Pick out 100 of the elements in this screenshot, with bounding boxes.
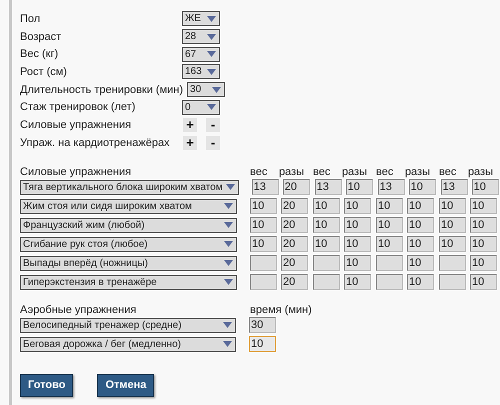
column-header: разы <box>404 166 430 178</box>
column-header: вес <box>313 166 332 178</box>
add-button[interactable]: + <box>183 136 197 150</box>
input-field[interactable] <box>313 255 340 271</box>
input-field[interactable]: 20 <box>281 236 308 252</box>
input-field[interactable]: 10 <box>313 217 340 233</box>
input-field[interactable]: 10 <box>407 217 434 233</box>
input-field[interactable]: 10 <box>408 179 436 195</box>
dropdown[interactable]: Жим стоя или сидя широким хватом <box>20 198 237 214</box>
column-header: вес <box>439 166 458 178</box>
input-field[interactable]: 13 <box>314 179 342 195</box>
section-heading: Аэробные упражнения <box>20 304 138 316</box>
caret-icon <box>224 260 233 266</box>
input-field[interactable] <box>439 255 466 271</box>
input-field[interactable]: 10 <box>344 198 371 214</box>
input-field[interactable]: 10 <box>376 236 403 252</box>
input-field[interactable]: 10 <box>407 198 434 214</box>
input-field[interactable] <box>250 255 277 271</box>
dropdown[interactable]: Французский жим (любой) <box>20 218 237 232</box>
dropdown[interactable]: 28 <box>182 29 220 44</box>
field-label: Пол <box>20 12 42 25</box>
remove-button[interactable]: - <box>206 118 220 132</box>
input-field[interactable]: 10 <box>472 179 499 195</box>
field-label: Стаж тренировок (лет) <box>20 101 136 114</box>
input-field[interactable]: 13 <box>252 179 279 195</box>
field-label: Упраж. на кардиотренажёрах <box>20 136 171 149</box>
input-field[interactable]: 10 <box>344 236 371 252</box>
column-header: вес <box>376 166 394 178</box>
caret-icon <box>224 279 233 285</box>
dropdown[interactable]: Сгибание рук стоя (любое) <box>20 236 237 252</box>
input-field[interactable]: 13 <box>378 179 405 195</box>
input-field[interactable]: 10 <box>346 179 373 195</box>
caret-icon <box>207 104 216 110</box>
dropdown[interactable]: 163 <box>182 64 220 80</box>
field-label: Вес (кг) <box>20 48 60 60</box>
input-field[interactable]: 10 <box>470 236 497 252</box>
caret-icon <box>226 184 235 190</box>
input-field[interactable] <box>376 255 403 271</box>
input-field[interactable] <box>250 274 277 290</box>
input-field[interactable]: 10 <box>439 217 466 233</box>
input-field[interactable]: 20 <box>281 217 308 233</box>
remove-button[interactable]: - <box>206 136 220 150</box>
field-label: Силовые упражнения <box>20 118 132 131</box>
input-field[interactable] <box>376 274 403 290</box>
caret-icon <box>207 16 216 22</box>
input-field[interactable]: 10 <box>470 198 497 214</box>
section-heading: Силовые упражнения <box>20 166 132 178</box>
input-field[interactable]: 10 <box>470 255 497 271</box>
input-field[interactable]: 10 <box>344 274 371 290</box>
input-field[interactable]: 10 <box>376 198 403 214</box>
input-field[interactable]: 13 <box>440 179 468 195</box>
input-field[interactable]: 10 <box>344 255 371 271</box>
input-field[interactable]: 10 <box>376 217 403 233</box>
input-field[interactable]: 10 <box>439 198 466 214</box>
caret-icon <box>224 241 233 247</box>
caret-icon <box>207 68 216 75</box>
caret-icon <box>224 203 233 209</box>
input-field[interactable]: 10 <box>344 217 371 233</box>
field-label: Рост (см) <box>20 66 68 78</box>
dropdown[interactable]: 30 <box>187 82 226 98</box>
column-header: время (мин) <box>250 304 312 316</box>
input-field[interactable]: 30 <box>249 317 276 333</box>
input-field[interactable]: 10 <box>250 198 277 214</box>
input-field[interactable]: 10 <box>249 336 276 352</box>
input-field[interactable]: 10 <box>250 217 277 233</box>
input-field[interactable]: 10 <box>313 236 340 252</box>
input-field[interactable]: 20 <box>281 255 308 271</box>
field-label: Возраст <box>20 30 62 43</box>
caret-icon <box>207 34 216 40</box>
dropdown[interactable]: Беговая дорожка / бег (медленно) <box>20 336 236 352</box>
column-header: разы <box>342 166 367 178</box>
input-field[interactable]: 10 <box>407 236 434 252</box>
input-field[interactable]: 10 <box>407 274 434 290</box>
column-header: разы <box>278 166 304 178</box>
dropdown[interactable]: Тяга вертикального блока широким хватом <box>20 180 239 194</box>
dropdown[interactable]: 0 <box>182 100 220 115</box>
input-field[interactable]: 10 <box>313 198 340 214</box>
input-field[interactable]: 10 <box>250 236 277 252</box>
input-field[interactable]: 10 <box>407 255 434 271</box>
input-field[interactable]: 10 <box>470 217 497 233</box>
dropdown[interactable]: Выпады вперёд (ножницы) <box>20 256 237 270</box>
field-label: Длительность тренировки (мин) <box>20 84 184 96</box>
form-button[interactable]: Готово <box>20 374 74 396</box>
input-field[interactable] <box>313 274 340 290</box>
input-field[interactable]: 10 <box>470 274 497 290</box>
dropdown[interactable]: Велосипедный тренажер (средне) <box>20 318 236 332</box>
input-field[interactable]: 20 <box>282 179 310 195</box>
caret-icon <box>223 341 232 347</box>
input-field[interactable]: 20 <box>281 198 308 214</box>
caret-icon <box>207 51 216 58</box>
column-header: разы <box>468 166 493 178</box>
dropdown[interactable]: 67 <box>182 46 220 62</box>
input-field[interactable] <box>439 274 466 290</box>
input-field[interactable]: 10 <box>439 236 466 252</box>
add-button[interactable]: + <box>183 118 197 132</box>
dropdown[interactable]: Гиперэкстензия в тренажёре <box>20 274 237 290</box>
input-field[interactable]: 20 <box>281 274 308 290</box>
caret-icon <box>212 86 222 93</box>
dropdown[interactable]: ЖЕ <box>182 11 220 26</box>
form-button[interactable]: Отмена <box>97 374 154 396</box>
